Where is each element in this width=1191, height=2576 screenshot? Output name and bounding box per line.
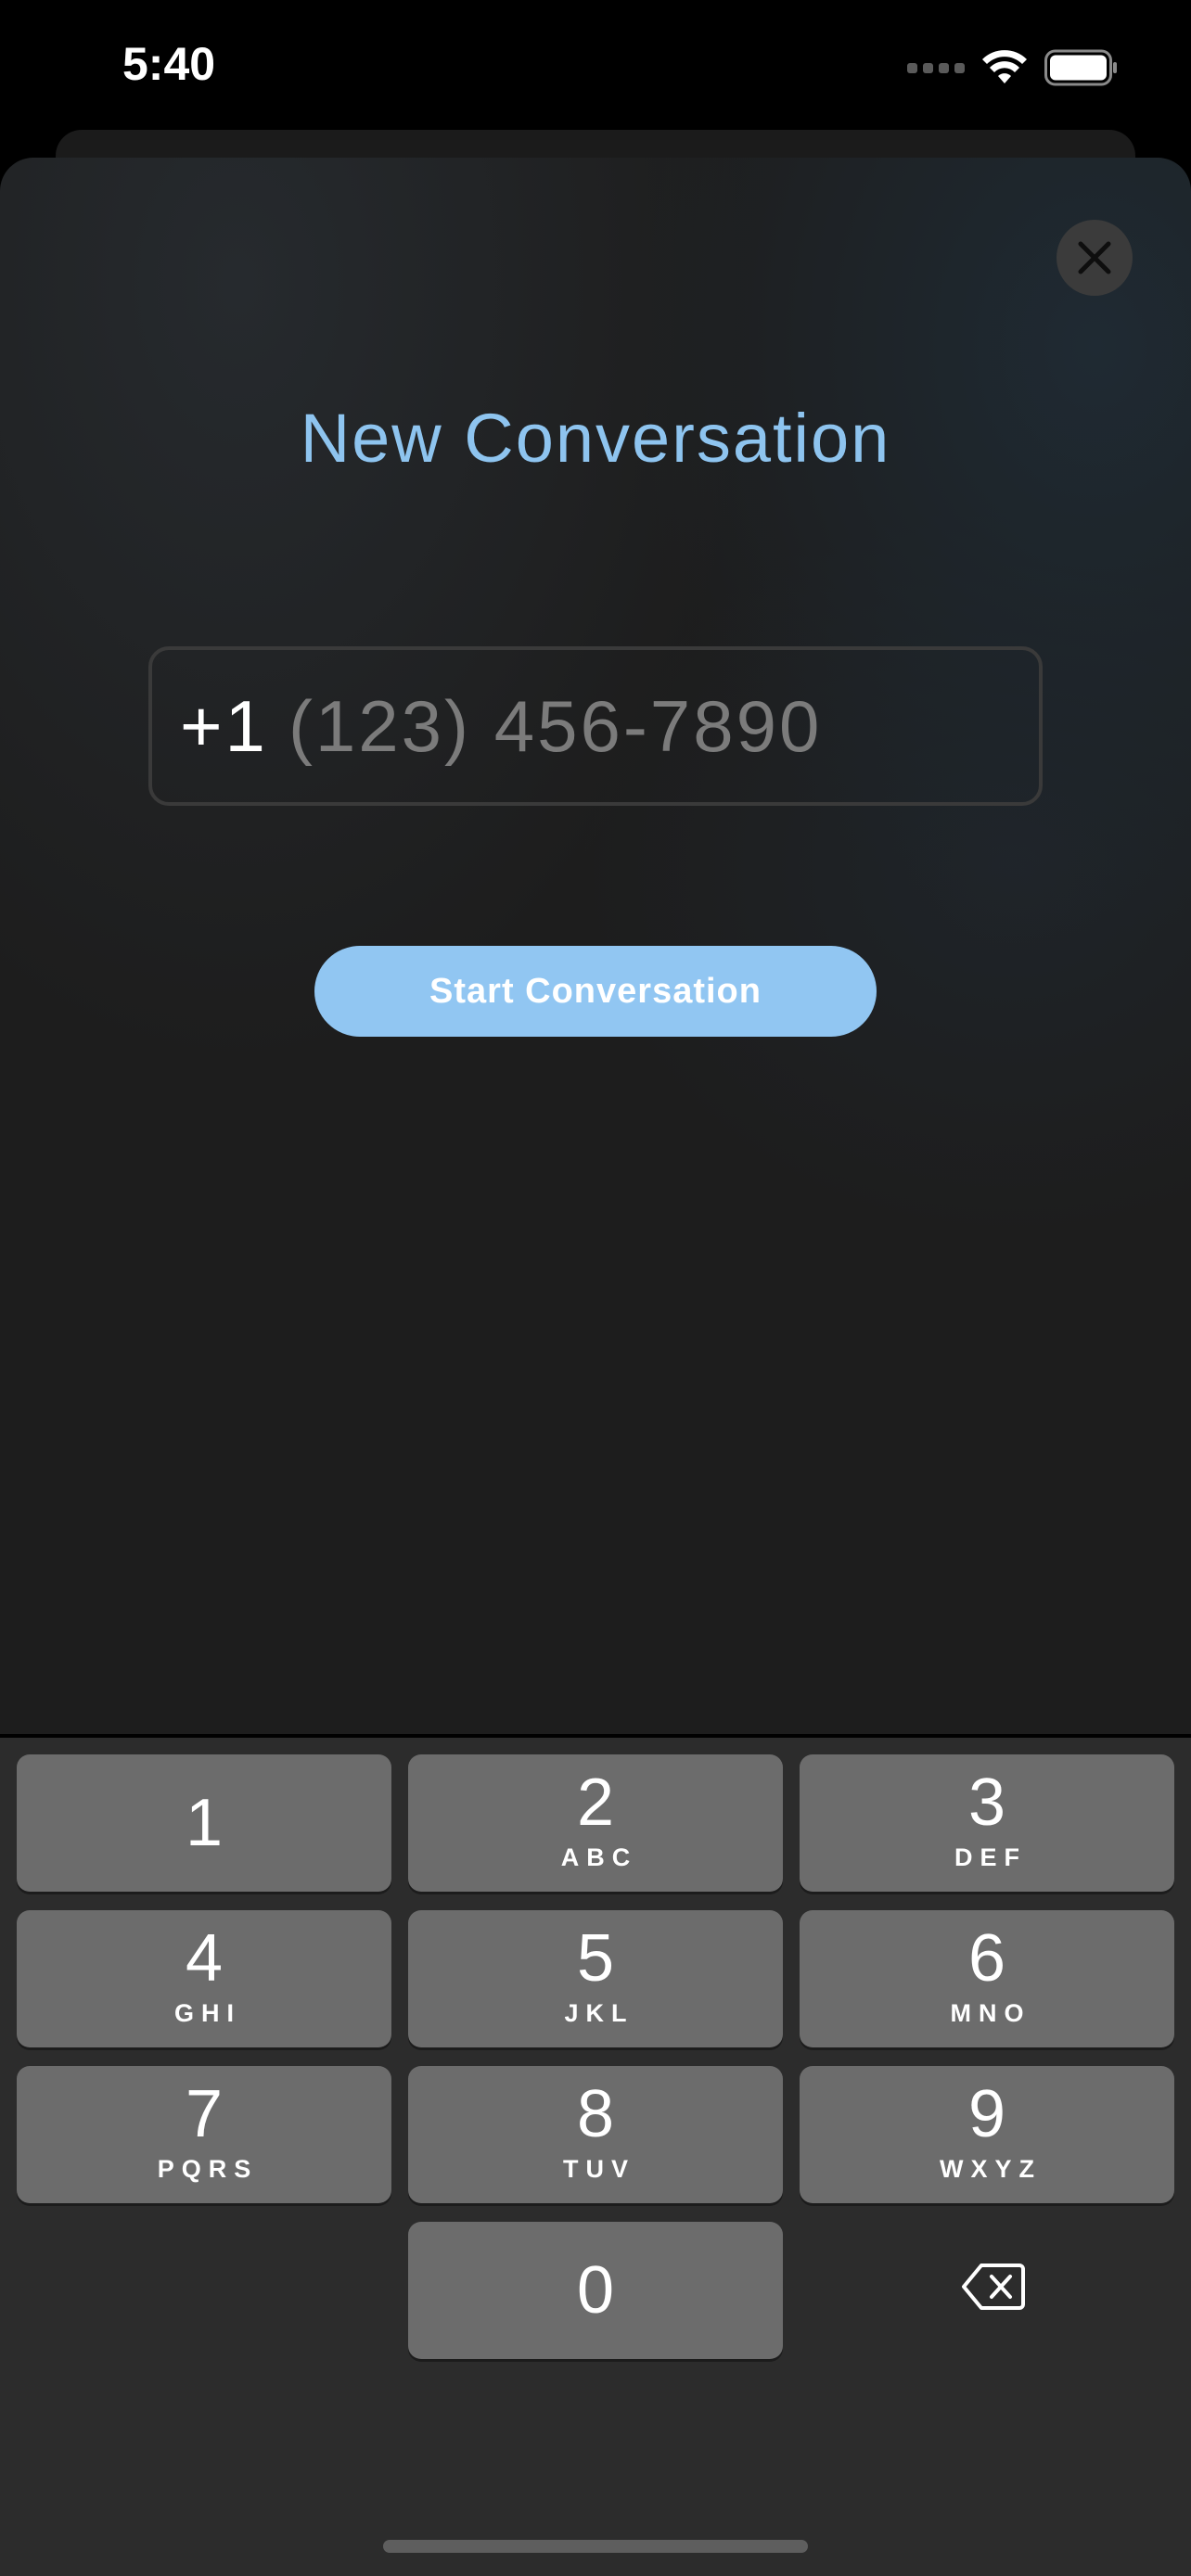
status-icons bbox=[907, 46, 1119, 89]
key-1[interactable]: 1 bbox=[17, 1754, 391, 1892]
key-letters: ABC bbox=[560, 1843, 638, 1871]
key-letters: MNO bbox=[950, 1999, 1031, 2027]
key-letters: TUV bbox=[563, 2155, 635, 2183]
home-indicator[interactable] bbox=[383, 2540, 808, 2553]
key-digit: 1 bbox=[185, 1786, 224, 1860]
backspace-icon bbox=[962, 2264, 1025, 2310]
status-bar: 5:40 bbox=[0, 0, 1191, 130]
key-6[interactable]: 6 MNO bbox=[800, 1910, 1174, 2047]
close-button[interactable] bbox=[1057, 220, 1133, 296]
key-8[interactable]: 8 TUV bbox=[408, 2066, 783, 2203]
key-digit: 3 bbox=[967, 1766, 1006, 1840]
key-9[interactable]: 9 WXYZ bbox=[800, 2066, 1174, 2203]
backspace-button[interactable] bbox=[961, 2263, 1026, 2311]
phone-number-field[interactable]: +1 bbox=[148, 646, 1043, 806]
signal-icon bbox=[907, 62, 965, 73]
key-7[interactable]: 7 PQRS bbox=[17, 2066, 391, 2203]
key-digit: 8 bbox=[576, 2077, 615, 2151]
key-3[interactable]: 3 DEF bbox=[800, 1754, 1174, 1892]
key-digit: 2 bbox=[576, 1766, 615, 1840]
key-digit: 4 bbox=[185, 1921, 224, 1996]
close-icon bbox=[1078, 241, 1111, 274]
key-letters: WXYZ bbox=[940, 2155, 1042, 2183]
key-digit: 0 bbox=[576, 2253, 615, 2327]
phone-number-input[interactable] bbox=[288, 683, 993, 769]
wifi-icon bbox=[982, 50, 1027, 83]
key-digit: 5 bbox=[576, 1921, 615, 1996]
key-5[interactable]: 5 JKL bbox=[408, 1910, 783, 2047]
key-letters: GHI bbox=[173, 1999, 241, 2027]
key-0[interactable]: 0 bbox=[408, 2222, 783, 2359]
key-letters: JKL bbox=[564, 1999, 634, 2027]
country-code-prefix: +1 bbox=[180, 684, 268, 767]
status-time: 5:40 bbox=[122, 38, 216, 90]
key-letters: DEF bbox=[954, 1843, 1027, 1871]
page-title: New Conversation bbox=[300, 400, 891, 477]
key-2[interactable]: 2 ABC bbox=[408, 1754, 783, 1892]
key-letters: PQRS bbox=[157, 2155, 259, 2183]
start-conversation-button[interactable]: Start Conversation bbox=[314, 946, 877, 1037]
key-digit: 6 bbox=[967, 1921, 1006, 1996]
key-4[interactable]: 4 GHI bbox=[17, 1910, 391, 2047]
battery-icon bbox=[1044, 49, 1117, 86]
key-digit: 7 bbox=[185, 2077, 224, 2151]
key-digit: 9 bbox=[967, 2077, 1006, 2151]
screen: 5:40 New Conversation +1 (123) 456-7890 … bbox=[0, 0, 1191, 2576]
